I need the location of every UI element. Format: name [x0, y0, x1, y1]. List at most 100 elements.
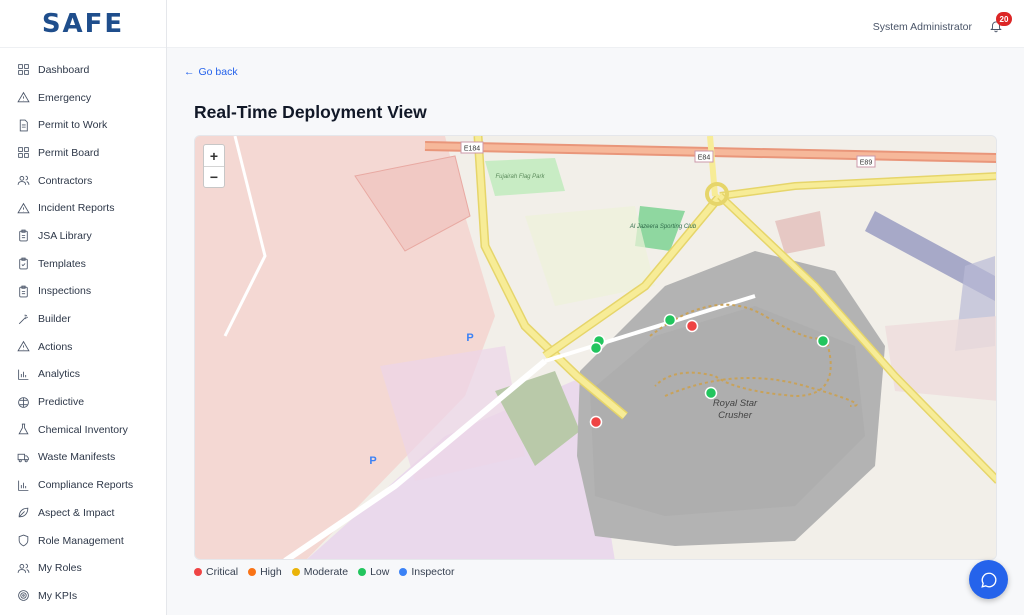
zoom-out-button[interactable]: − [204, 166, 224, 187]
sidebar-item-label: Builder [38, 313, 71, 326]
chat-button[interactable] [969, 560, 1008, 599]
deployment-marker-low[interactable] [663, 313, 677, 327]
deployment-marker-low[interactable] [704, 386, 718, 400]
sidebar-item-aspect-impact[interactable]: Aspect & Impact [0, 499, 166, 527]
sidebar-item-emergency[interactable]: Emergency [0, 84, 166, 112]
sidebar-item-actions[interactable]: Actions [0, 333, 166, 361]
legend-swatch [194, 568, 202, 576]
legend-swatch [248, 568, 257, 576]
road-e84-label: E84 [698, 155, 711, 162]
sidebar-item-builder[interactable]: Builder [0, 305, 166, 333]
sidebar-item-chemical-inventory[interactable]: Chemical Inventory [0, 416, 166, 444]
legend-label: Moderate [303, 566, 349, 578]
zoom-control: + − [203, 144, 225, 188]
sidebar-item-inspections[interactable]: Inspections [0, 278, 166, 306]
logo[interactable]: SAFE [0, 0, 166, 48]
sidebar-item-compliance-reports[interactable]: Compliance Reports [0, 471, 166, 499]
clipboard-icon [17, 229, 30, 242]
sidebar-item-permit-to-work[interactable]: Permit to Work [0, 111, 166, 139]
deployment-map[interactable]: E184 E84 E89 Fujairah Flag Park Al Jazee… [194, 135, 997, 560]
clipboard-icon [17, 285, 30, 298]
go-back-link[interactable]: ← Go back [184, 66, 238, 78]
sidebar-item-dashboard[interactable]: Dashboard [0, 56, 166, 84]
legend-label: High [260, 566, 282, 578]
legend-item-low: Low [358, 566, 389, 578]
warning-icon [17, 202, 30, 215]
sidebar-item-predictive[interactable]: Predictive [0, 388, 166, 416]
deployment-marker-low[interactable] [589, 341, 603, 355]
sidebar-item-permit-board[interactable]: Permit Board [0, 139, 166, 167]
users-icon [17, 562, 30, 575]
page-title: Real-Time Deployment View [194, 102, 427, 122]
sidebar: SAFE Dashboard Emergency Permit to Work Per… [0, 0, 167, 615]
sidebar-item-my-roles[interactable]: My Roles [0, 554, 166, 582]
warning-icon [17, 91, 30, 104]
bar-chart-icon [17, 479, 30, 492]
sidebar-item-label: Dashboard [38, 63, 90, 76]
sidebar-item-label: Compliance Reports [38, 479, 134, 492]
map-tiles: E184 E84 E89 Fujairah Flag Park Al Jazee… [195, 136, 996, 559]
chat-icon [980, 572, 996, 588]
notification-badge: 20 [996, 12, 1012, 26]
sidebar-item-label: Inspections [38, 285, 92, 298]
flask-icon [17, 423, 30, 436]
deployment-marker-low[interactable] [816, 334, 830, 348]
wand-icon [17, 313, 30, 326]
map-legend: Critical High Moderate Low Inspector [194, 566, 455, 578]
arrow-left-icon: ← [184, 66, 195, 78]
sidebar-item-jsa-library[interactable]: JSA Library [0, 222, 166, 250]
logo-text: SAFE [41, 8, 125, 39]
legend-label: Inspector [411, 566, 455, 578]
target-icon [17, 589, 30, 602]
grid-icon [17, 63, 30, 76]
legend-item-moderate: Moderate [291, 566, 349, 578]
warning-icon [17, 340, 30, 353]
document-icon [17, 119, 30, 132]
sidebar-item-templates[interactable]: Templates [0, 250, 166, 278]
legend-label: Critical [206, 566, 239, 578]
shield-icon [17, 534, 30, 547]
sidebar-item-label: Permit Board [38, 146, 100, 159]
sidebar-item-label: Predictive [38, 396, 85, 409]
sidebar-item-label: Emergency [38, 91, 92, 104]
sidebar-item-label: Analytics [38, 368, 81, 381]
deployment-marker-critical[interactable] [589, 415, 603, 429]
legend-item-high: High [248, 566, 282, 578]
topbar: System Administrator 20 [167, 0, 1024, 48]
legend-item-inspector: Inspector [399, 566, 455, 578]
sidebar-item-analytics[interactable]: Analytics [0, 361, 166, 389]
zoom-in-button[interactable]: + [204, 145, 224, 166]
park-label: Fujairah Flag Park [495, 174, 545, 180]
deployment-marker-critical[interactable] [685, 319, 699, 333]
crusher-label-line1: Royal Star [713, 398, 758, 409]
sidebar-item-my-kpis[interactable]: My KPIs [0, 582, 166, 610]
legend-label: Low [370, 566, 390, 578]
sidebar-item-label: Waste Manifests [38, 451, 116, 464]
sidebar-item-waste-manifests[interactable]: Waste Manifests [0, 444, 166, 472]
legend-swatch [291, 568, 300, 576]
sidebar-item-label: Permit to Work [38, 119, 108, 132]
sidebar-item-label: Contractors [38, 174, 93, 187]
truck-icon [17, 451, 30, 464]
users-icon [17, 174, 30, 187]
sidebar-item-label: Actions [38, 340, 73, 353]
road-e184-label: E184 [464, 146, 480, 153]
brain-icon [17, 396, 30, 409]
legend-swatch [358, 568, 367, 576]
sidebar-item-label: My KPIs [38, 589, 78, 602]
crusher-label-line2: Crusher [718, 410, 753, 421]
sidebar-item-label: Templates [38, 257, 86, 270]
sidebar-item-incident-reports[interactable]: Incident Reports [0, 194, 166, 222]
sidebar-item-contractors[interactable]: Contractors [0, 167, 166, 195]
club-label: Al Jazeera Sporting Club [629, 224, 697, 230]
legend-swatch [399, 568, 408, 576]
clipboard-check-icon [17, 257, 30, 270]
sidebar-item-label: Aspect & Impact [38, 506, 115, 519]
sidebar-item-role-management[interactable]: Role Management [0, 527, 166, 555]
sidebar-item-label: JSA Library [38, 229, 92, 242]
sidebar-item-label: Chemical Inventory [38, 423, 128, 436]
bar-chart-icon [17, 368, 30, 381]
user-name[interactable]: System Administrator [873, 21, 972, 33]
sidebar-item-label: Role Management [38, 534, 124, 547]
sidebar-item-label: Incident Reports [38, 202, 115, 215]
